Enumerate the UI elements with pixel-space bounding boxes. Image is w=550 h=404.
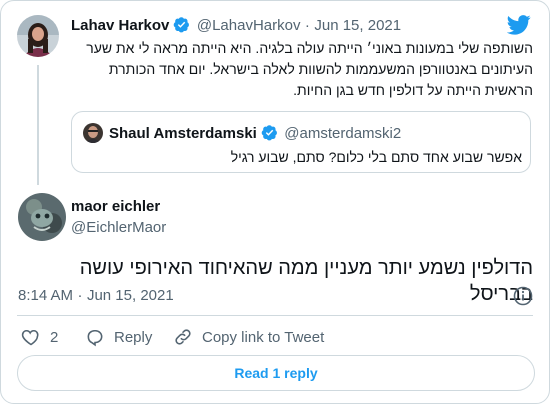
author-handle[interactable]: @LahavHarkov [197,17,301,34]
like-action[interactable]: 2 [21,327,58,347]
tweet-embed-card: Lahav Harkov @LahavHarkov · Jun 15, 2021… [0,0,550,404]
reply-bubble-icon [87,329,103,347]
reply-timestamp[interactable]: 8:14 AM · Jun 15, 2021 [18,287,174,305]
author-name[interactable]: Lahav Harkov [71,17,169,34]
shaul-avatar [83,123,103,143]
read-replies-button[interactable]: Read 1 reply [17,355,535,391]
lahav-avatar[interactable] [17,15,59,57]
quoted-author-name: Shaul Amsterdamski [109,125,257,142]
verified-badge-icon [261,125,277,141]
verified-badge-icon [174,17,190,33]
quoted-tweet-header: Shaul Amsterdamski @amsterdamski2 [109,124,401,143]
reply-author-handle[interactable]: @EichlerMaor [71,219,166,236]
dot-separator: · [304,17,310,34]
link-icon [175,329,191,345]
divider [17,315,533,316]
parent-tweet-text: השותפה שלי במעונות באוני׳ הייתה עולה בלג… [86,40,533,98]
dot-separator: · [77,287,83,304]
like-count: 2 [50,328,59,346]
tweet-time: 8:14 AM [18,287,74,304]
parent-tweet-header: Lahav Harkov @LahavHarkov · Jun 15, 2021 [71,16,401,35]
copy-link-action[interactable]: Copy link to Tweet [173,327,324,347]
read-replies-label: Read 1 reply [234,365,318,381]
heart-icon [21,329,39,346]
quoted-tweet-text: אפשר שבוע אחד סתם בלי כלום? סתם, שבוע רג… [230,149,522,165]
thread-line [37,65,39,185]
reply-action[interactable]: Reply [85,327,152,347]
tweet-date: Jun 15, 2021 [86,287,174,304]
info-icon[interactable] [513,286,533,306]
quoted-tweet[interactable]: Shaul Amsterdamski @amsterdamski2 אפשר ש… [71,111,531,173]
reply-label: Reply [114,328,153,346]
reply-author-name[interactable]: maor eichler [71,198,160,215]
tweet-date[interactable]: Jun 15, 2021 [314,17,401,34]
twitter-bird-icon[interactable] [507,15,531,35]
maor-avatar[interactable] [18,193,66,241]
copy-link-label: Copy link to Tweet [202,328,325,346]
quoted-author-handle: @amsterdamski2 [284,125,402,142]
